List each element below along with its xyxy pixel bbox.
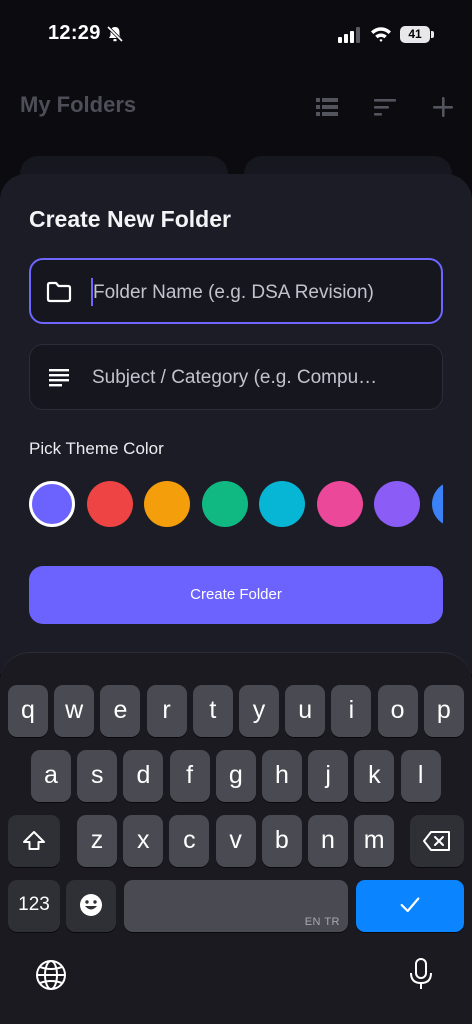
color-swatch[interactable] <box>374 481 420 527</box>
status-bar: 12:29 41 <box>0 0 472 70</box>
folder-name-input[interactable]: Folder Name (e.g. DSA Revision) <box>29 258 443 324</box>
status-time: 12:29 <box>48 22 101 44</box>
backspace-key[interactable] <box>410 815 464 867</box>
globe-icon[interactable] <box>34 958 68 992</box>
backspace-icon <box>423 831 450 851</box>
key-z[interactable]: z <box>77 815 117 867</box>
key-o[interactable]: o <box>377 685 418 737</box>
folder-name-placeholder: Folder Name (e.g. DSA Revision) <box>93 282 374 303</box>
shift-key[interactable] <box>8 815 60 867</box>
key-w[interactable]: w <box>54 685 95 737</box>
sort-icon[interactable] <box>372 94 398 120</box>
keyboard-language-hint: EN TR <box>304 916 340 928</box>
theme-color-label: Pick Theme Color <box>29 439 164 458</box>
emoji-key[interactable] <box>66 880 116 932</box>
color-swatch[interactable] <box>144 481 190 527</box>
numbers-key[interactable]: 123 <box>8 880 60 932</box>
key-k[interactable]: k <box>354 750 395 802</box>
key-a[interactable]: a <box>31 750 71 802</box>
sheet-title: Create New Folder <box>29 206 231 232</box>
color-swatch[interactable] <box>259 481 305 527</box>
key-g[interactable]: g <box>215 750 256 802</box>
wifi-icon <box>371 27 391 42</box>
key-n[interactable]: n <box>308 815 348 867</box>
add-icon[interactable] <box>430 94 456 120</box>
key-u[interactable]: u <box>285 685 326 737</box>
key-t[interactable]: t <box>192 685 233 737</box>
key-h[interactable]: h <box>262 750 302 802</box>
key-j[interactable]: j <box>308 750 349 802</box>
subject-category-input[interactable]: Subject / Category (e.g. Compu… <box>29 344 443 410</box>
battery-level: 41 <box>400 26 430 43</box>
key-p[interactable]: p <box>423 685 464 737</box>
key-q[interactable]: q <box>8 685 48 737</box>
folders-header: My Folders <box>0 70 472 150</box>
on-screen-keyboard: 123 EN TR qwertyuiop asdfghjkl zxcvbnm <box>0 652 472 1024</box>
key-x[interactable]: x <box>123 815 164 867</box>
color-swatch[interactable] <box>431 481 443 527</box>
microphone-icon[interactable] <box>404 957 438 991</box>
folder-icon <box>46 281 72 303</box>
create-folder-sheet: Create New Folder Folder Name (e.g. DSA … <box>0 174 472 674</box>
bell-muted-icon <box>106 25 124 43</box>
shift-icon <box>23 831 45 850</box>
key-y[interactable]: y <box>239 685 279 737</box>
key-r[interactable]: r <box>146 685 187 737</box>
key-e[interactable]: e <box>100 685 141 737</box>
color-swatch[interactable] <box>86 481 133 527</box>
key-l[interactable]: l <box>400 750 441 802</box>
color-swatch[interactable] <box>29 481 75 527</box>
space-key[interactable]: EN TR <box>124 880 348 932</box>
checkmark-icon <box>400 897 420 913</box>
page-title: My Folders <box>20 92 137 117</box>
cellular-signal-icon <box>338 27 360 43</box>
list-view-icon[interactable] <box>314 94 340 120</box>
key-b[interactable]: b <box>261 815 302 867</box>
subject-lines-icon <box>49 369 69 387</box>
battery-icon: 41 <box>400 26 434 43</box>
key-i[interactable]: i <box>331 685 372 737</box>
battery-tip <box>431 31 434 38</box>
emoji-icon <box>80 894 102 916</box>
color-swatch[interactable] <box>201 481 248 527</box>
key-c[interactable]: c <box>169 815 210 867</box>
key-f[interactable]: f <box>169 750 210 802</box>
key-m[interactable]: m <box>354 815 395 867</box>
subject-placeholder: Subject / Category (e.g. Compu… <box>92 367 378 388</box>
color-swatch[interactable] <box>316 481 363 527</box>
create-folder-button[interactable]: Create Folder <box>29 566 443 624</box>
color-swatch-row[interactable] <box>29 481 443 527</box>
home-indicator <box>168 1011 304 1016</box>
key-d[interactable]: d <box>123 750 164 802</box>
done-key[interactable] <box>356 880 464 932</box>
key-v[interactable]: v <box>215 815 256 867</box>
key-s[interactable]: s <box>77 750 118 802</box>
